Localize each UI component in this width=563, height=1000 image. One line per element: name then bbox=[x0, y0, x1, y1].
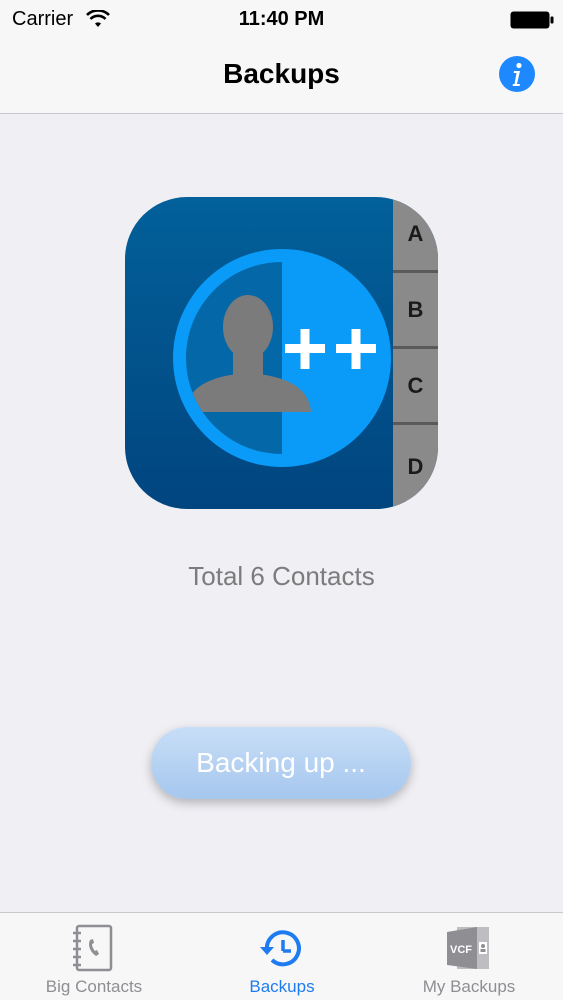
info-button[interactable] bbox=[499, 56, 535, 92]
tab-backups[interactable]: Backups bbox=[188, 913, 376, 1000]
tab-big-contacts[interactable]: Big Contacts bbox=[0, 913, 188, 1000]
page-title: Backups bbox=[223, 58, 340, 89]
alphabet-tabs: A B C D bbox=[393, 197, 438, 509]
tab-bar: Big Contacts Backups VCF My Backups bbox=[0, 912, 563, 1000]
tab-my-backups[interactable]: VCF My Backups bbox=[375, 913, 563, 1000]
tab-label-backups: Backups bbox=[249, 977, 315, 996]
contact-book-illustration bbox=[173, 249, 391, 467]
navigation-bar: Backups bbox=[0, 40, 563, 114]
info-icon bbox=[512, 62, 522, 86]
tab-letter-b: B bbox=[393, 273, 438, 349]
status-bar: Carrier 11:40 PM bbox=[0, 0, 563, 40]
battery-icon bbox=[510, 11, 554, 29]
vcf-file-icon: VCF bbox=[447, 927, 489, 969]
vcf-label: VCF bbox=[450, 944, 472, 956]
app-logo: A B C D bbox=[125, 197, 438, 509]
backup-button[interactable]: Backing up ... bbox=[151, 727, 411, 799]
backup-history-icon bbox=[260, 930, 301, 967]
tab-label-big-contacts: Big Contacts bbox=[45, 977, 143, 996]
address-book-icon bbox=[73, 924, 113, 972]
tab-label-my-backups: My Backups bbox=[422, 977, 516, 996]
tab-letter-d: D bbox=[407, 454, 424, 479]
tab-letter-a: A bbox=[393, 197, 438, 273]
tab-letter-c: C bbox=[393, 349, 438, 425]
status-time: 11:40 PM bbox=[238, 8, 325, 30]
total-contacts-label: Total 6 Contacts bbox=[188, 561, 375, 591]
